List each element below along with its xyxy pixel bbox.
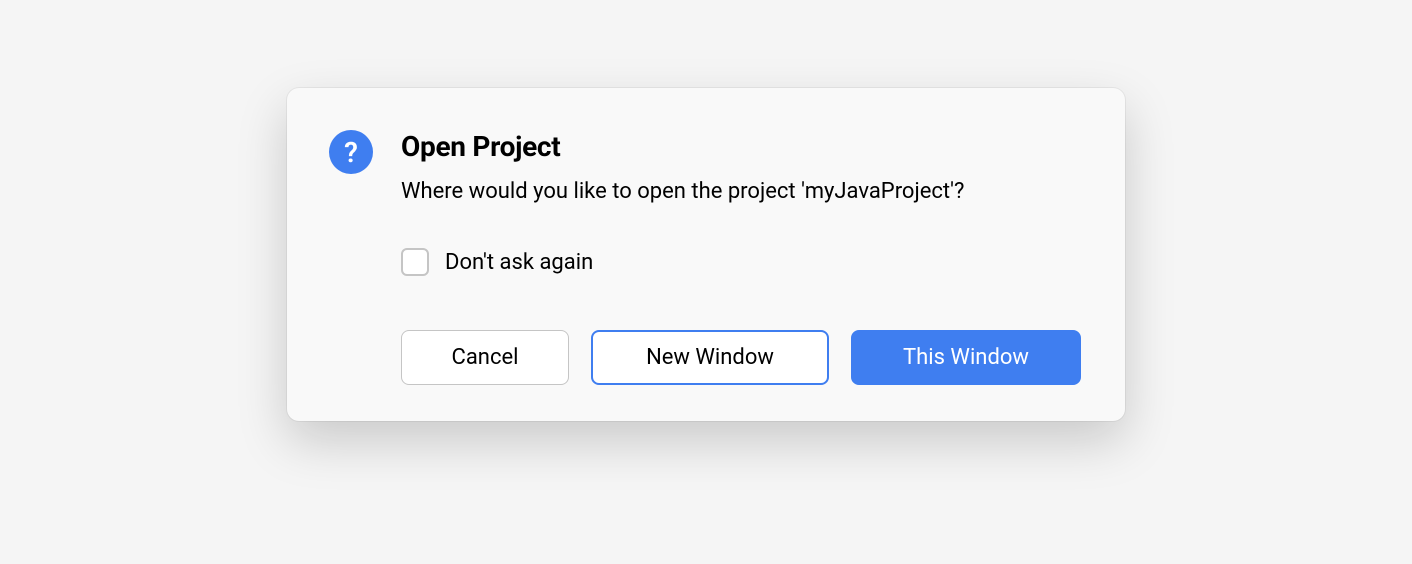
open-project-dialog: ? Open Project Where would you like to o…: [287, 88, 1125, 421]
dialog-message: Where would you like to open the project…: [401, 175, 1083, 208]
cancel-button[interactable]: Cancel: [401, 330, 569, 385]
dialog-title: Open Project: [401, 130, 1083, 163]
dialog-button-row: Cancel New Window This Window: [401, 330, 1083, 385]
dont-ask-again-label: Don't ask again: [445, 250, 593, 275]
dialog-content: Open Project Where would you like to ope…: [401, 130, 1083, 385]
this-window-button[interactable]: This Window: [851, 330, 1081, 385]
dont-ask-again-row[interactable]: Don't ask again: [401, 248, 1083, 276]
question-mark-icon: ?: [329, 130, 373, 174]
dont-ask-again-checkbox[interactable]: [401, 248, 429, 276]
new-window-button[interactable]: New Window: [591, 330, 829, 385]
dialog-icon-column: ?: [329, 130, 373, 385]
